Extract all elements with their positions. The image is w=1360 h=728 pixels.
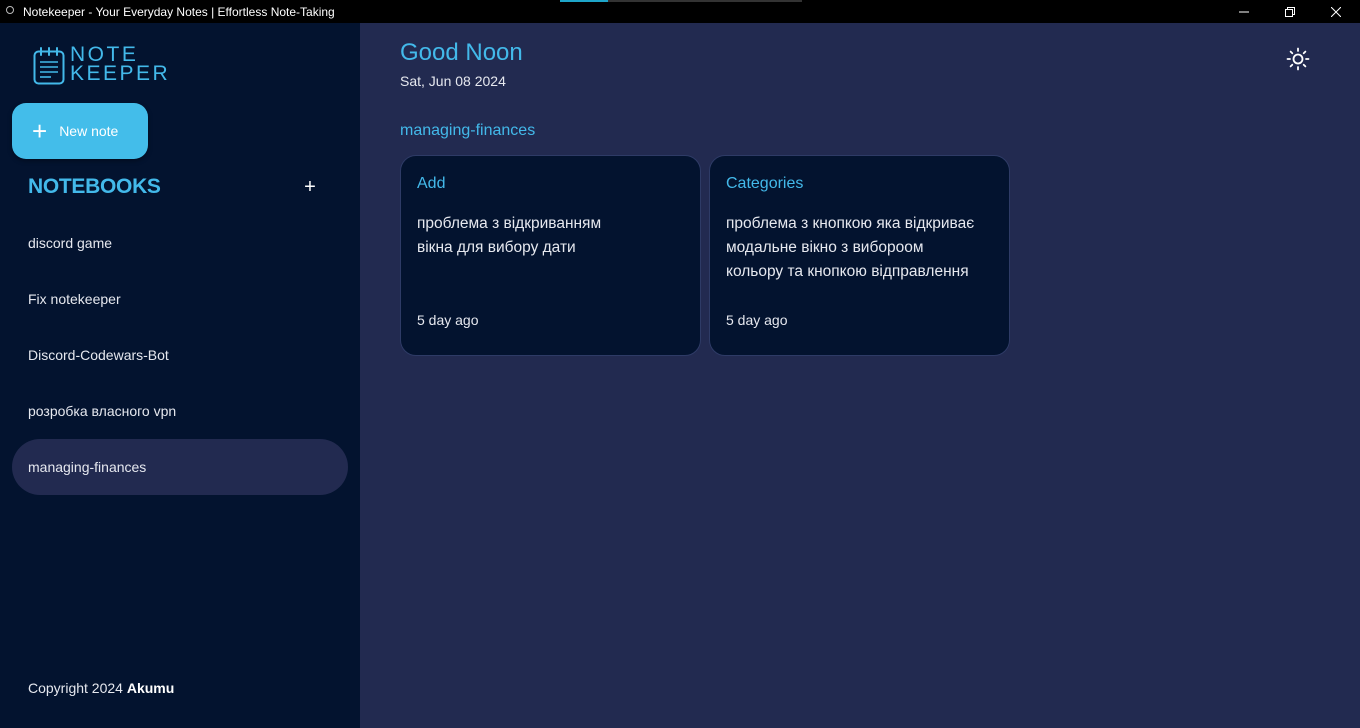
- sidebar-item-label: discord game: [28, 235, 113, 251]
- notebooks-heading: NOTEBOOKS: [28, 175, 161, 198]
- current-date: Sat, Jun 08 2024: [400, 73, 506, 89]
- note-title: Add: [417, 175, 446, 192]
- sidebar-item-managing-finances[interactable]: managing-finances: [12, 439, 348, 495]
- window-titlebar: Notekeeper - Your Everyday Notes | Effor…: [0, 0, 1360, 23]
- loading-progress-fill: [560, 0, 609, 2]
- notebook-icon: [33, 47, 65, 85]
- copyright: Copyright 2024 Akumu: [28, 680, 174, 696]
- sidebar-item-fix-notekeeper[interactable]: Fix notekeeper: [12, 271, 348, 327]
- add-notebook-button[interactable]: +: [300, 175, 320, 199]
- note-body-line: проблема з кнопкою яка відкриває: [726, 215, 975, 232]
- logo-text-line2: KEEPER: [70, 62, 171, 85]
- sidebar-item-label: Discord-Codewars-Bot: [28, 347, 169, 363]
- minimize-icon: [1239, 11, 1249, 12]
- note-body: проблема з відкриванням вікна для вибору…: [417, 212, 697, 260]
- note-card[interactable]: Categories проблема з кнопкою яка відкри…: [709, 155, 1010, 356]
- note-body-line: вікна для вибору дати: [417, 239, 576, 256]
- sidebar-item-discord-game[interactable]: discord game: [12, 215, 348, 271]
- note-body-line: проблема з відкриванням: [417, 215, 602, 232]
- restore-icon: [1285, 6, 1295, 17]
- note-body-line: кольору та кнопкою відправлення: [726, 263, 969, 280]
- restore-button[interactable]: [1267, 0, 1313, 23]
- app-icon: [6, 6, 14, 14]
- sidebar-item-label: Fix notekeeper: [28, 291, 121, 307]
- note-body-line: модальне вікно з вибороом: [726, 239, 924, 256]
- window-title: Notekeeper - Your Everyday Notes | Effor…: [23, 5, 335, 19]
- note-time: 5 day ago: [417, 312, 479, 328]
- notebook-title: managing-finances: [400, 122, 536, 139]
- greeting: Good Noon: [400, 39, 523, 66]
- logo-text: NOTE KEEPER: [70, 44, 171, 85]
- note-time: 5 day ago: [726, 312, 788, 328]
- new-note-button[interactable]: + New note: [12, 103, 148, 159]
- minimize-button[interactable]: [1221, 0, 1267, 23]
- sidebar-item-discord-codewars-bot[interactable]: Discord-Codewars-Bot: [12, 327, 348, 383]
- note-card[interactable]: Add проблема з відкриванням вікна для ви…: [400, 155, 701, 356]
- new-note-label: New note: [59, 123, 119, 139]
- sidebar-item-label: розробка власного vpn: [28, 403, 177, 419]
- loading-progress-bar: [560, 0, 802, 2]
- sidebar: NOTE KEEPER + New note NOTEBOOKS + disco…: [0, 23, 360, 728]
- sidebar-item-vpn[interactable]: розробка власного vpn: [12, 383, 348, 439]
- sun-icon: [1286, 47, 1310, 71]
- sidebar-item-label: managing-finances: [28, 459, 147, 475]
- plus-icon: +: [304, 176, 316, 198]
- main-panel: Good Noon Sat, Jun 08 2024 managing-fina…: [360, 23, 1360, 728]
- copyright-author: Akumu: [126, 680, 175, 696]
- copyright-text: Copyright 2024: [28, 680, 123, 696]
- theme-toggle-button[interactable]: [1286, 47, 1310, 71]
- close-button[interactable]: [1313, 0, 1359, 23]
- plus-icon: +: [32, 116, 48, 146]
- note-title: Categories: [726, 175, 804, 192]
- note-body: проблема з кнопкою яка відкриває модальн…: [726, 212, 1006, 284]
- close-icon: [1331, 6, 1341, 17]
